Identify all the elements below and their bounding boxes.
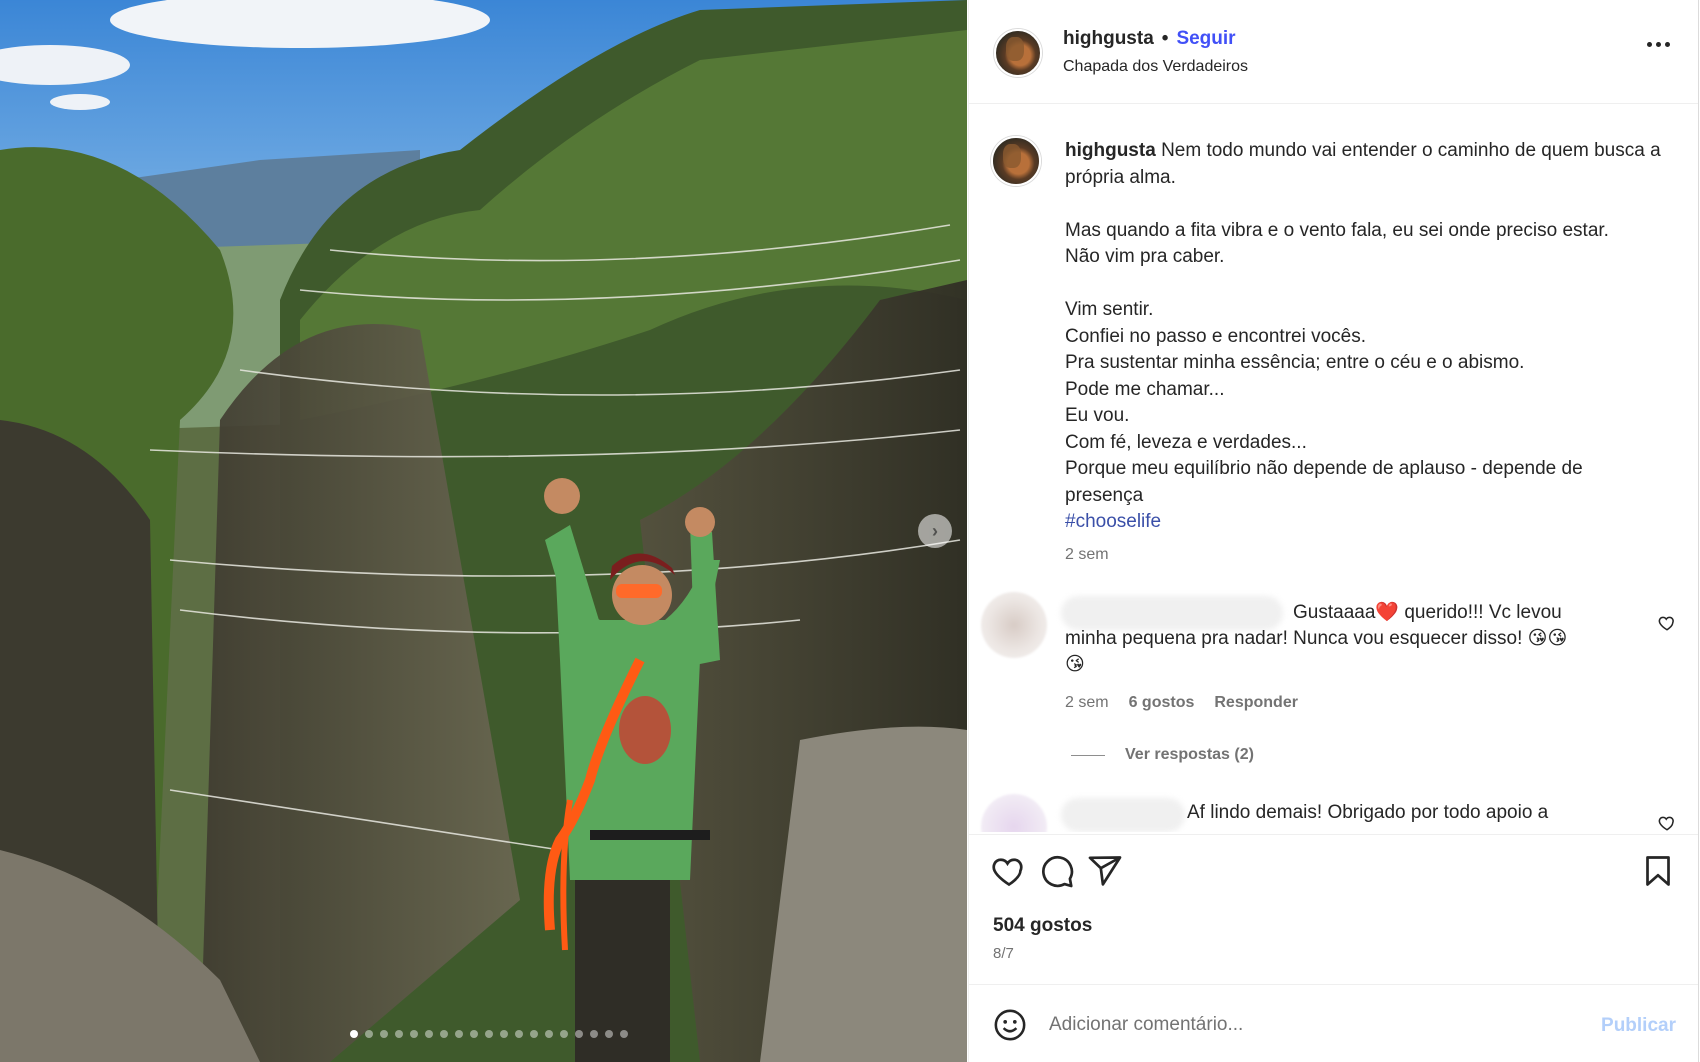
carousel-dot xyxy=(574,1030,583,1038)
caption-line-12: Porque meu equilíbrio não depende de apl… xyxy=(1065,458,1583,506)
hashtag-link[interactable]: #chooselife xyxy=(1065,511,1161,532)
carousel-dot xyxy=(454,1030,463,1038)
comments-section[interactable]: highgusta Nem todo mundo vai entender o … xyxy=(969,104,1698,832)
view-replies-label[interactable]: Ver respostas (2) xyxy=(1125,746,1254,764)
likes-count[interactable]: 504 gostos xyxy=(993,915,1092,937)
emoji-icon[interactable] xyxy=(993,1008,1027,1042)
separator-dot: • xyxy=(1161,28,1169,49)
comment-like-icon[interactable] xyxy=(1658,614,1676,632)
comment-text-line-3: 😘 xyxy=(1065,654,1085,675)
caption-line-7: Confiei no passo e encontrei vocês. xyxy=(1065,325,1367,347)
post-date[interactable]: 8/7 xyxy=(993,945,1014,962)
replies-divider xyxy=(1071,754,1105,756)
next-image-button[interactable]: › xyxy=(918,514,952,548)
carousel-indicator xyxy=(0,1030,967,1038)
post-location[interactable]: Chapada dos Verdadeiros xyxy=(1063,58,1248,76)
carousel-dot xyxy=(469,1030,478,1038)
carousel-dot xyxy=(619,1030,628,1038)
caption-line-6: Vim sentir. xyxy=(1065,299,1154,320)
carousel-dot xyxy=(409,1030,418,1038)
comment-timestamp[interactable]: 2 sem xyxy=(1065,694,1109,712)
carousel-dot xyxy=(424,1030,433,1038)
post-actions: 504 gostos 8/7 xyxy=(969,834,1698,984)
comment-likes-count[interactable]: 6 gostos xyxy=(1129,694,1195,712)
comment-text-line-1: Gustaaaa❤️ querido!!! Vc levou xyxy=(1293,602,1562,623)
caption-line-4: Não vim pra caber. xyxy=(1065,246,1225,267)
caption-line-10: Eu vou. xyxy=(1065,405,1130,426)
carousel-dot xyxy=(529,1030,538,1038)
commenter-avatar[interactable] xyxy=(981,794,1047,832)
carousel-dot xyxy=(364,1030,373,1038)
reply-button[interactable]: Responder xyxy=(1214,694,1298,712)
post-image xyxy=(0,0,967,1062)
commenter-name-redacted[interactable] xyxy=(1061,596,1283,630)
carousel-dot xyxy=(604,1030,613,1038)
comment-like-icon[interactable] xyxy=(1658,814,1676,832)
carousel-dot xyxy=(439,1030,448,1038)
post-header: highgusta • Seguir Chapada dos Verdadeir… xyxy=(969,0,1698,104)
caption-line-9: Pode me chamar... xyxy=(1065,378,1225,400)
comment-meta: 2 sem 6 gostos Responder xyxy=(1065,694,1298,712)
carousel-dot xyxy=(499,1030,508,1038)
carousel-dot xyxy=(349,1030,358,1038)
add-comment-bar: Publicar xyxy=(969,984,1698,1062)
share-icon[interactable] xyxy=(1087,853,1123,889)
carousel-dot xyxy=(379,1030,388,1038)
carousel-dot xyxy=(544,1030,553,1038)
publish-button[interactable]: Publicar xyxy=(1601,1015,1676,1037)
view-replies-button[interactable]: Ver respostas (2) xyxy=(1071,746,1254,764)
commenter-avatar[interactable] xyxy=(981,592,1047,658)
post-caption: highgusta Nem todo mundo vai entender o … xyxy=(1065,138,1665,536)
caption-username[interactable]: highgusta xyxy=(1065,140,1156,161)
carousel-dot xyxy=(394,1030,403,1038)
comment-input[interactable] xyxy=(1049,1005,1549,1045)
save-icon[interactable] xyxy=(1640,853,1676,889)
author-line: highgusta • Seguir xyxy=(1063,28,1236,50)
post-side-panel: highgusta • Seguir Chapada dos Verdadeir… xyxy=(968,0,1699,1062)
like-icon[interactable] xyxy=(991,853,1027,889)
comment-text-line-1: Af lindo demais! Obrigado por todo apoio… xyxy=(1187,802,1549,823)
carousel-dot xyxy=(559,1030,568,1038)
author-avatar[interactable] xyxy=(994,29,1042,77)
carousel-dot xyxy=(514,1030,523,1038)
author-username[interactable]: highgusta xyxy=(1063,28,1154,50)
caption-line-8: Pra sustentar minha essência; entre o cé… xyxy=(1065,352,1525,373)
caption-line-11: Com fé, leveza e verdades... xyxy=(1065,431,1307,453)
caption-line-3: Mas quando a fita vibra e o vento fala, … xyxy=(1065,219,1609,241)
caption-avatar[interactable] xyxy=(991,136,1041,186)
comment-icon[interactable] xyxy=(1039,853,1075,889)
caption-timestamp[interactable]: 2 sem xyxy=(1065,546,1109,564)
commenter-name-redacted[interactable] xyxy=(1061,798,1185,832)
carousel-dot xyxy=(589,1030,598,1038)
post-photo[interactable]: › xyxy=(0,0,967,1062)
more-options-icon[interactable] xyxy=(1647,42,1670,47)
comment-text-line-2: minha pequena pra nadar! Nunca vou esque… xyxy=(1065,628,1568,649)
carousel-dot xyxy=(484,1030,493,1038)
follow-button[interactable]: Seguir xyxy=(1176,28,1235,50)
